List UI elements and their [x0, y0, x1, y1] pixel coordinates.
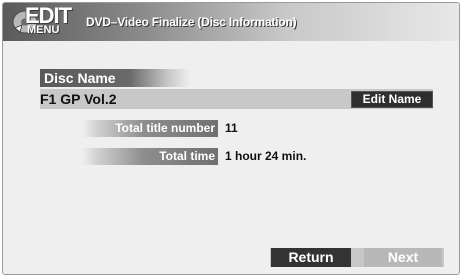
- total-title-label: Total title number: [115, 121, 215, 135]
- total-time-value: 1 hour 24 min.: [225, 149, 307, 163]
- disc-name-label: Disc Name: [40, 69, 190, 87]
- total-time-label: Total time: [159, 149, 215, 163]
- screen-title: DVD–Video Finalize (Disc Information): [86, 15, 297, 29]
- bottom-button-bar: Return Next: [270, 248, 444, 267]
- dialog-frame: EDIT MENU DVD–Video Finalize (Disc Infor…: [2, 2, 460, 275]
- header-bar: EDIT MENU DVD–Video Finalize (Disc Infor…: [3, 3, 459, 41]
- edit-name-button[interactable]: Edit Name: [351, 91, 433, 108]
- total-title-value: 11: [225, 121, 238, 135]
- total-title-label-box: Total title number: [82, 120, 218, 137]
- next-button[interactable]: Next: [364, 248, 442, 267]
- total-time-label-box: Total time: [82, 148, 218, 165]
- edit-menu-logo: EDIT MENU: [11, 3, 75, 39]
- disc-name-field: F1 GP Vol.2 Edit Name: [40, 89, 433, 109]
- disc-name-value: F1 GP Vol.2: [40, 91, 117, 107]
- logo-menu-text: MENU: [27, 24, 60, 36]
- return-button[interactable]: Return: [271, 248, 351, 267]
